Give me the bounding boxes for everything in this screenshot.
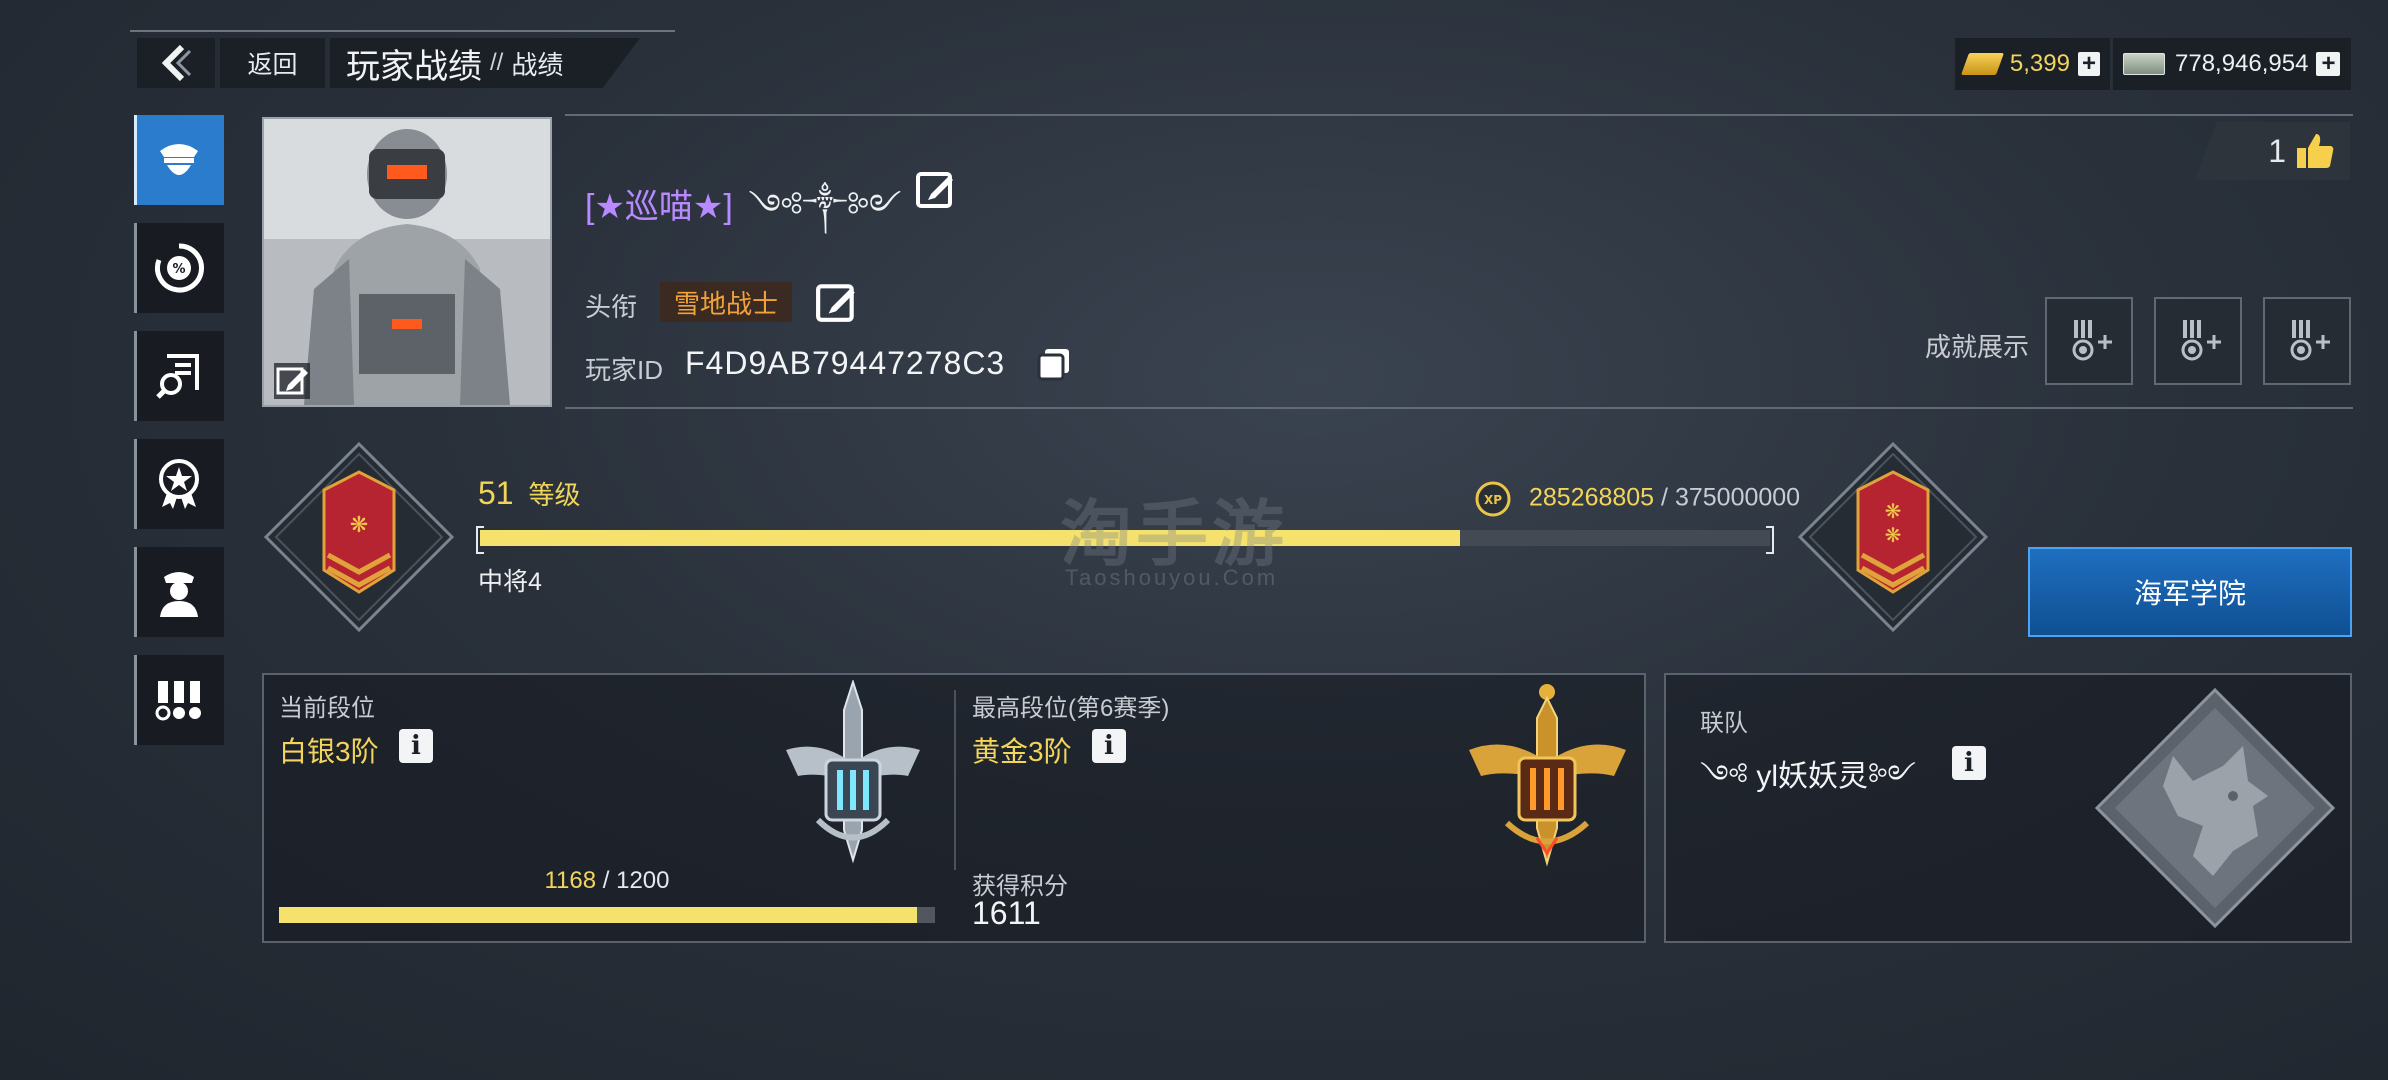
current-rank-label: 当前段位 [279,695,375,722]
xp-current: 285268805 [1528,483,1655,512]
cash-amount: 778,946,954 [2175,50,2309,77]
svg-text:❋: ❋ [350,513,368,538]
profile-bottom-divider [565,407,2353,409]
rank-points-current: 1168 [544,867,597,894]
edit-avatar-button[interactable] [274,363,310,399]
team-name: ༺ yl妖妖灵༻ [1700,760,1916,793]
svg-text:❋: ❋ [1885,523,1902,547]
thumbs-up-icon [2297,134,2334,168]
star-badge-icon [159,459,199,509]
add-medal-icon [2290,320,2330,361]
player-avatar[interactable] [262,117,552,407]
achievement-slot-3[interactable] [2263,297,2351,385]
gold-bar-icon [1960,53,2004,75]
officer-cap-icon [160,144,198,175]
svg-text:❋: ❋ [1885,499,1902,523]
xp-bar-left-bracket [476,526,484,554]
player-name-decoration: ༺༒༻ [748,188,902,226]
military-rank-name: 中将4 [478,568,542,596]
player-id-value: F4D9AB79447278C3 [685,345,1006,381]
add-medal-icon [2072,320,2112,361]
likes-button[interactable]: 1 [2195,122,2350,180]
player-name: [★巡喵★] ༺༒༻ [585,168,901,264]
xp-progress-fill [480,530,1461,546]
achievement-slot-1[interactable] [2045,297,2133,385]
edit-icon [916,172,953,208]
add-cash-button[interactable]: + [2316,52,2341,76]
percent-gauge-icon: % [155,243,204,293]
likes-count: 1 [2268,132,2286,169]
player-level: 51 等级 [478,475,581,512]
cash-currency: 778,946,954 + [2113,38,2351,90]
sidebar-item-officers[interactable] [134,547,224,637]
rank-panel-divider [954,690,956,870]
player-name-text: [★巡喵★] [585,188,733,226]
edit-icon [816,284,855,322]
achievements-label: 成就展示 [1925,332,2030,362]
level-label: 等级 [528,480,581,510]
player-id-label: 玩家ID [585,355,664,385]
level-number: 51 [478,475,514,511]
copy-id-button[interactable] [1035,345,1073,383]
edit-title-button[interactable] [815,280,859,324]
silver-rank-emblem-icon [786,680,920,864]
xp-total: 375000000 [1674,483,1801,512]
xp-separator: / [1661,483,1668,512]
gold-amount: 5,399 [2009,50,2070,77]
edit-name-button[interactable] [915,168,957,210]
svg-text:XP: XP [1484,493,1502,507]
best-rank-value: 黄金3阶 [972,736,1072,767]
back-label-button[interactable]: 返回 [220,38,325,88]
naval-academy-button[interactable]: 海军学院 [2028,547,2352,637]
header-divider [130,30,675,32]
xp-icon: XP [1475,481,1511,517]
page-subtitle: 战绩 [511,49,564,80]
title-separator: // [490,49,504,76]
medal-ribbons-icon [155,681,201,721]
gold-currency: 5,399 + [1955,38,2110,90]
player-title-badge: 雪地战士 [660,282,793,322]
search-record-icon [156,354,199,399]
rank-points-fill [279,907,918,923]
team-label: 联队 [1700,710,1748,737]
current-rank-value: 白银3阶 [279,736,379,767]
gold-rank-emblem-icon [1469,684,1626,867]
add-medal-icon [2181,320,2221,361]
rank-points-text: 1168 / 1200 [279,867,935,895]
sidebar-item-profile[interactable] [134,115,224,205]
edit-icon [276,367,308,395]
rank-points-total: 1200 [616,867,670,894]
current-rank-insignia-icon: ❋ [263,441,455,633]
back-button[interactable] [137,38,215,88]
chevron-left-icon [161,44,192,82]
page-title-main: 玩家战绩 [346,47,482,86]
earned-points-value: 1611 [972,895,1041,931]
page-title: 玩家战绩 // 战绩 [330,38,640,88]
wolf-team-emblem-icon [2094,687,2336,929]
sidebar-item-records[interactable] [134,331,224,421]
xp-bar-right-bracket [1766,526,1774,554]
add-gold-button[interactable]: + [2077,52,2100,76]
watermark-subtext: Taoshouyou.Com [1065,565,1279,590]
rank-points-bar [279,907,935,923]
xp-progress-text: XP 285268805 / 375000000 [1474,480,1800,518]
best-rank-label: 最高段位(第6赛季) [972,695,1170,722]
current-rank-info-button[interactable]: i [399,729,433,763]
profile-top-divider [565,114,2353,116]
title-label: 头衔 [585,292,638,322]
officer-avatar-icon [160,572,198,617]
sidebar-item-stats[interactable]: % [134,223,224,313]
best-rank-info-button[interactable]: i [1092,729,1126,763]
svg-text:%: % [172,262,185,277]
sidebar-item-medals[interactable] [134,439,224,529]
team-info-button[interactable]: i [1952,746,1986,780]
next-rank-insignia-icon: ❋ ❋ [1797,441,1989,633]
copy-icon [1037,349,1069,381]
achievement-slot-2[interactable] [2154,297,2242,385]
cash-stack-icon [2123,53,2165,75]
sidebar-item-ribbons[interactable] [134,655,224,745]
rank-points-separator: / [602,867,610,894]
